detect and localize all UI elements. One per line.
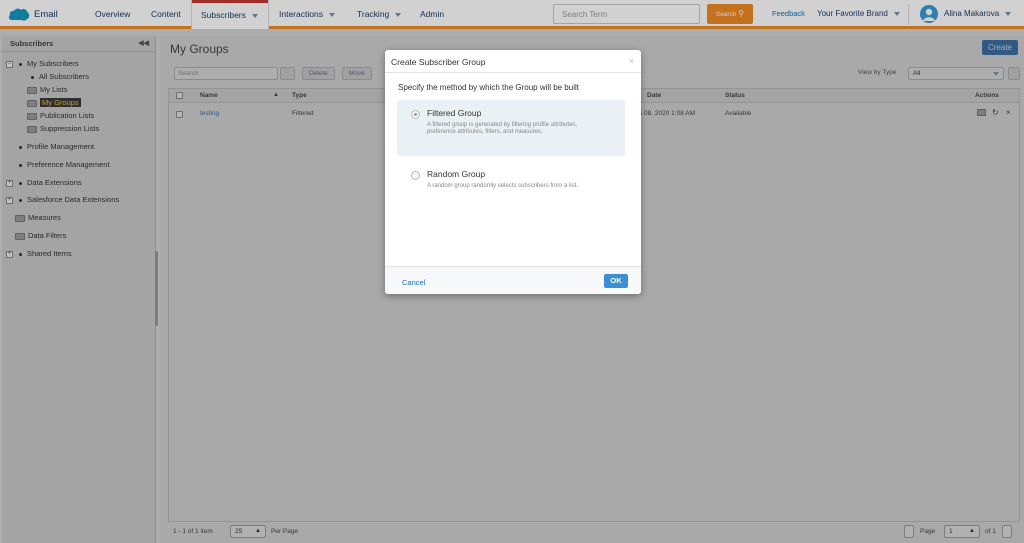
create-subscriber-group-dialog: Create Subscriber Group × Specify the me… [385,50,641,294]
dialog-instruction: Specify the method by which the Group wi… [398,83,579,92]
ok-button[interactable]: OK [604,274,628,288]
option-random-group[interactable]: Random Group A random group randomly sel… [397,164,625,206]
option-title: Random Group [427,169,486,179]
filtered-group-radio[interactable] [411,110,420,119]
option-title: Filtered Group [427,108,482,118]
option-description: A filtered group is generated by filteri… [427,122,578,135]
cancel-button[interactable]: Cancel [402,278,425,287]
close-icon[interactable]: × [629,56,634,66]
random-group-radio[interactable] [411,171,420,180]
option-description: A random group randomly selects subscrib… [427,183,579,189]
dialog-footer: Cancel OK [385,266,641,294]
option-filtered-group[interactable]: Filtered Group A filtered group is gener… [397,100,625,156]
dialog-title: Create Subscriber Group [391,57,486,67]
dialog-header: Create Subscriber Group × [385,50,641,73]
